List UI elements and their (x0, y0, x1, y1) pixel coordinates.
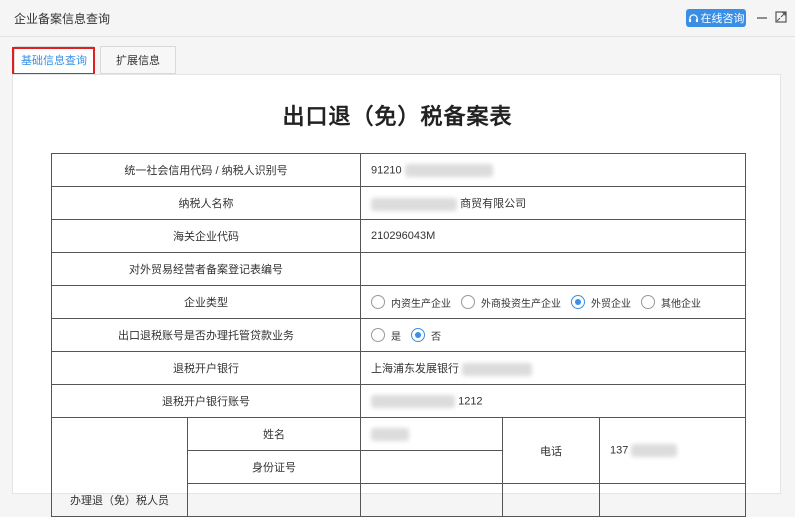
bank-account-value: 1212 (458, 394, 483, 407)
customs-code-value: 210296043M (360, 219, 747, 253)
online-consult-label: 在线咨询 (700, 13, 745, 25)
filing-form-panel: 出口退（免）税备案表 统一社会信用代码 / 纳税人识别号 91210 纳税人名称… (12, 74, 781, 517)
tab-extended-info[interactable]: 扩展信息 (100, 46, 176, 74)
taxpayer-name-value-cell: 商贸有限公司 (360, 186, 747, 220)
tab-basic-info[interactable]: 基础信息查询 (14, 46, 94, 74)
expand-icon[interactable] (774, 10, 788, 24)
table-row: 办理退（免）税人员 姓名 电话 137 (51, 417, 747, 517)
taxpayer-name-value: 商贸有限公司 (460, 198, 527, 210)
headset-icon (688, 13, 698, 22)
enterprise-type-cell: 内资生产企业 外商投资生产企业 外贸企业 其他企业 (360, 285, 747, 319)
foreign-trade-no-value (360, 252, 747, 286)
redacted-mask (404, 163, 493, 177)
trust-loan-cell: 是 否 (360, 318, 747, 352)
bank-value: 上海浦东发展银行 (371, 363, 460, 375)
radio-button-checked[interactable] (411, 328, 426, 342)
redacted-mask (631, 444, 678, 457)
filing-form-table: 统一社会信用代码 / 纳税人识别号 91210 纳税人名称 商贸有限公司 海关企… (50, 153, 747, 517)
bank-account-label: 退税开户银行账号 (50, 384, 362, 418)
handler-id-label: 身份证号 (186, 450, 362, 484)
radio-button-checked[interactable] (571, 295, 586, 309)
redacted-mask (371, 197, 458, 211)
window-title: 企业备案信息查询 (14, 12, 111, 26)
table-row: 企业类型 内资生产企业 外商投资生产企业 外贸企业 其他企业 (50, 285, 747, 319)
form-title: 出口退（免）税备案表 (282, 104, 513, 129)
bank-account-value-cell: 1212 (360, 384, 747, 418)
table-cell (186, 483, 362, 517)
enterprise-type-radio-group: 内资生产企业 外商投资生产企业 外贸企业 其他企业 (371, 295, 735, 310)
radio-button[interactable] (371, 295, 386, 309)
radio-button[interactable] (641, 295, 656, 309)
handler-phone-value-cell: 137 (599, 417, 747, 484)
online-consult-button[interactable]: 在线咨询 (686, 9, 746, 27)
radio-button[interactable] (461, 295, 476, 309)
customs-code-label: 海关企业代码 (50, 219, 362, 253)
bank-value-cell: 上海浦东发展银行 (360, 351, 747, 385)
credit-code-label: 统一社会信用代码 / 纳税人识别号 (50, 153, 362, 187)
enterprise-type-option-foreign-trade[interactable]: 外贸企业 (571, 295, 631, 310)
foreign-trade-no-label: 对外贸易经营者备案登记表编号 (50, 252, 362, 286)
credit-code-value-cell: 91210 (360, 153, 747, 187)
handler-phone-label: 电话 (502, 417, 601, 484)
credit-code-value: 91210 (371, 163, 402, 176)
table-row: 对外贸易经营者备案登记表编号 (50, 252, 747, 286)
handler-phone-value: 137 (610, 444, 629, 457)
enterprise-type-option-foreign-invested[interactable]: 外商投资生产企业 (461, 295, 561, 310)
table-row: 退税开户银行 上海浦东发展银行 (50, 351, 747, 385)
redacted-mask (371, 427, 410, 441)
table-row: 海关企业代码 210296043M (50, 219, 747, 253)
handler-name-value-cell (360, 417, 504, 451)
trust-loan-radio-group: 是 否 (371, 328, 735, 343)
enterprise-type-label: 企业类型 (50, 285, 362, 319)
table-row: 出口退税账号是否办理托管贷款业务 是 否 (50, 318, 747, 352)
table-cell (599, 483, 747, 517)
trust-loan-option-no[interactable]: 否 (411, 328, 441, 343)
handler-id-value-cell (360, 450, 504, 484)
enterprise-type-option-other[interactable]: 其他企业 (641, 295, 701, 310)
window-titlebar: 企业备案信息查询 在线咨询 (0, 0, 795, 37)
handler-name-label: 姓名 (186, 417, 362, 451)
minimize-icon[interactable] (755, 10, 769, 24)
redacted-mask (462, 362, 533, 376)
enterprise-type-option-domestic[interactable]: 内资生产企业 (371, 295, 451, 310)
table-cell (502, 483, 601, 517)
table-row: 统一社会信用代码 / 纳税人识别号 91210 (50, 153, 747, 187)
trust-loan-option-yes[interactable]: 是 (371, 328, 401, 343)
redacted-mask (371, 394, 456, 408)
table-cell (360, 483, 504, 517)
taxpayer-name-label: 纳税人名称 (50, 186, 362, 220)
bank-label: 退税开户银行 (50, 351, 362, 385)
handler-group-label: 办理退（免）税人员 (51, 417, 188, 517)
trust-loan-label: 出口退税账号是否办理托管贷款业务 (50, 318, 362, 352)
table-row: 纳税人名称 商贸有限公司 (50, 186, 747, 220)
radio-button[interactable] (371, 328, 386, 342)
table-row: 退税开户银行账号 1212 (50, 384, 747, 418)
